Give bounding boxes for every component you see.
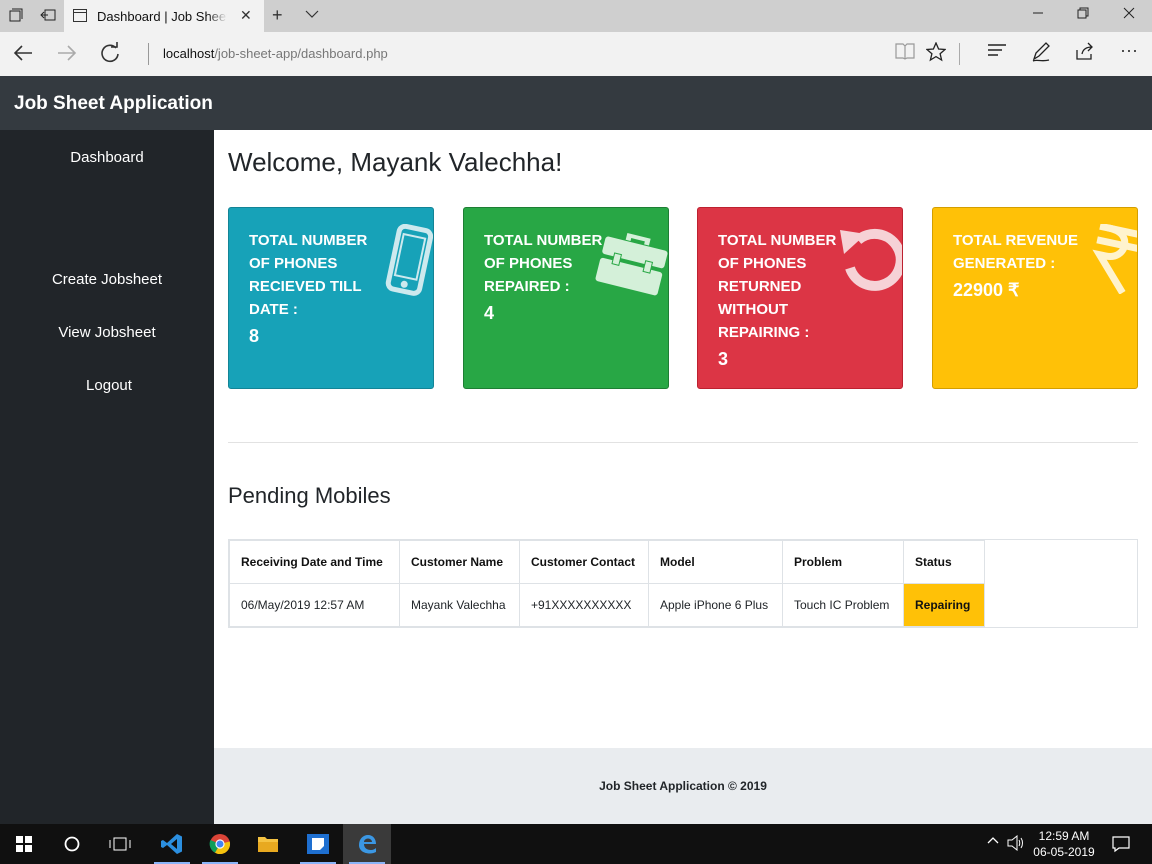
close-tab-icon[interactable]: ✕: [240, 7, 252, 24]
column-header: Customer Name: [399, 540, 520, 584]
column-header: Problem: [782, 540, 904, 584]
cell-customer-contact: +91XXXXXXXXXX: [519, 583, 649, 627]
app-navbar: Job Sheet Application: [0, 76, 1152, 130]
volume-icon[interactable]: [1007, 834, 1025, 854]
toolbar-separator: [959, 43, 960, 65]
taskbar-edge[interactable]: [343, 824, 391, 864]
minimize-icon[interactable]: [1028, 6, 1048, 22]
set-tabs-aside-icon[interactable]: [40, 8, 56, 24]
taskbar-sticky-notes[interactable]: [294, 824, 342, 864]
card-label: TOTAL NUMBER OF PHONES RETURNED WITHOUT …: [718, 232, 837, 341]
card-text: TOTAL NUMBER OF PHONES RETURNED WITHOUT …: [718, 229, 848, 371]
browser-address-bar: localhost/job-sheet-app/dashboard.php ··…: [0, 32, 1152, 76]
web-note-pen-icon[interactable]: [1031, 42, 1051, 67]
page-footer: Job Sheet Application © 2019: [214, 748, 1152, 824]
stat-card-returned: TOTAL NUMBER OF PHONES RETURNED WITHOUT …: [697, 207, 903, 389]
windows-taskbar: 12:59 AM 06-05-2019: [0, 824, 1152, 864]
reading-view-icon[interactable]: [895, 42, 915, 65]
start-button[interactable]: [0, 824, 48, 864]
cortana-button[interactable]: [48, 824, 96, 864]
share-icon[interactable]: [1075, 42, 1095, 65]
column-header: Receiving Date and Time: [229, 540, 400, 584]
task-view-button[interactable]: [96, 824, 144, 864]
rupee-icon: [1092, 224, 1137, 294]
card-text: TOTAL REVENUE GENERATED : 22900 ₹: [953, 229, 1083, 302]
windows-logo-icon: [16, 836, 32, 852]
url-path: /job-sheet-app/dashboard.php: [214, 46, 388, 61]
brand-title[interactable]: Job Sheet Application: [14, 93, 213, 115]
hub-icon[interactable]: [987, 42, 1007, 63]
column-header: Status: [903, 540, 985, 584]
card-text: TOTAL NUMBER OF PHONES REPAIRED : 4: [484, 229, 614, 325]
column-header: Customer Contact: [519, 540, 649, 584]
new-tab-icon[interactable]: +: [272, 5, 283, 26]
task-view-icon: [109, 837, 131, 851]
system-clock[interactable]: 12:59 AM 06-05-2019: [1026, 828, 1102, 860]
sidebar: Dashboard Create Jobsheet View Jobsheet …: [0, 130, 214, 824]
stat-card-received: TOTAL NUMBER OF PHONES RECIEVED TILL DAT…: [228, 207, 434, 389]
cell-model: Apple iPhone 6 Plus: [648, 583, 783, 627]
folder-icon: [258, 837, 278, 852]
cortana-circle-icon: [64, 836, 80, 852]
cell-customer-name: Mayank Valechha: [399, 583, 520, 627]
card-value: 22900 ₹: [953, 280, 1020, 300]
sidebar-item-dashboard[interactable]: Dashboard: [0, 149, 214, 166]
sidebar-item-create-jobsheet[interactable]: Create Jobsheet: [0, 271, 214, 288]
stat-card-repaired: TOTAL NUMBER OF PHONES REPAIRED : 4: [463, 207, 669, 389]
table-row: 06/May/2019 12:57 AM Mayank Valechha +91…: [229, 583, 985, 627]
favorite-star-icon[interactable]: [925, 41, 947, 67]
card-value: 8: [249, 326, 260, 346]
card-text: TOTAL NUMBER OF PHONES RECIEVED TILL DAT…: [249, 229, 379, 348]
card-label: TOTAL NUMBER OF PHONES REPAIRED :: [484, 232, 603, 295]
card-value: 3: [718, 349, 729, 369]
vscode-icon: [161, 834, 182, 854]
address-separator: [148, 43, 149, 65]
back-icon[interactable]: [12, 42, 34, 68]
welcome-heading: Welcome, Mayank Valechha!: [228, 147, 563, 177]
tab-preview-icon[interactable]: [8, 8, 24, 24]
more-options-icon[interactable]: ···: [1120, 40, 1138, 61]
mobile-phone-icon: [385, 224, 433, 296]
url-host: localhost: [163, 46, 215, 61]
refresh-icon[interactable]: [99, 41, 121, 68]
pending-mobiles-table-container: Receiving Date and Time Customer Name Cu…: [228, 539, 1138, 628]
taskbar-chrome[interactable]: [196, 824, 244, 864]
cell-received-date: 06/May/2019 12:57 AM: [229, 583, 400, 627]
chevron-down-icon[interactable]: [305, 6, 319, 22]
stat-card-revenue: TOTAL REVENUE GENERATED : 22900 ₹: [932, 207, 1138, 389]
close-window-icon[interactable]: [1119, 6, 1139, 22]
main-content: Welcome, Mayank Valechha! TOTAL NUMBER O…: [214, 130, 1152, 748]
address-input[interactable]: localhost/job-sheet-app/dashboard.php: [163, 46, 388, 61]
sidebar-item-logout[interactable]: Logout: [2, 377, 216, 394]
sidebar-item-view-jobsheet[interactable]: View Jobsheet: [0, 324, 214, 341]
browser-tab-bar: Dashboard | Job Sheet Application ✕ +: [0, 0, 1152, 32]
forward-icon[interactable]: [56, 42, 78, 68]
status-badge: Repairing: [903, 583, 985, 627]
edge-icon: [359, 835, 376, 854]
page-icon: [73, 9, 87, 22]
taskbar-vscode[interactable]: [148, 824, 196, 864]
cell-problem: Touch IC Problem: [782, 583, 904, 627]
tab-title: Dashboard | Job Sheet Application: [97, 9, 227, 24]
sticky-notes-icon: [307, 834, 329, 854]
notifications-icon[interactable]: [1112, 835, 1130, 856]
card-label: TOTAL NUMBER OF PHONES RECIEVED TILL DAT…: [249, 232, 368, 318]
clock-date: 06-05-2019: [1033, 845, 1095, 859]
clock-time: 12:59 AM: [1038, 829, 1090, 843]
card-label: TOTAL REVENUE GENERATED :: [953, 232, 1079, 272]
taskbar-file-explorer[interactable]: [244, 824, 292, 864]
pending-mobiles-table: Receiving Date and Time Customer Name Cu…: [229, 540, 985, 627]
pending-mobiles-heading: Pending Mobiles: [228, 483, 391, 508]
column-header: Model: [648, 540, 783, 584]
divider: [228, 442, 1138, 443]
card-value: 4: [484, 303, 495, 323]
browser-tab[interactable]: Dashboard | Job Sheet Application ✕: [64, 0, 264, 32]
show-hidden-icons-icon[interactable]: [986, 834, 1000, 851]
restore-icon[interactable]: [1073, 6, 1093, 22]
chrome-icon: [209, 834, 231, 855]
footer-copyright: Job Sheet Application © 2019: [599, 779, 767, 793]
table-header-row: Receiving Date and Time Customer Name Cu…: [229, 540, 985, 584]
